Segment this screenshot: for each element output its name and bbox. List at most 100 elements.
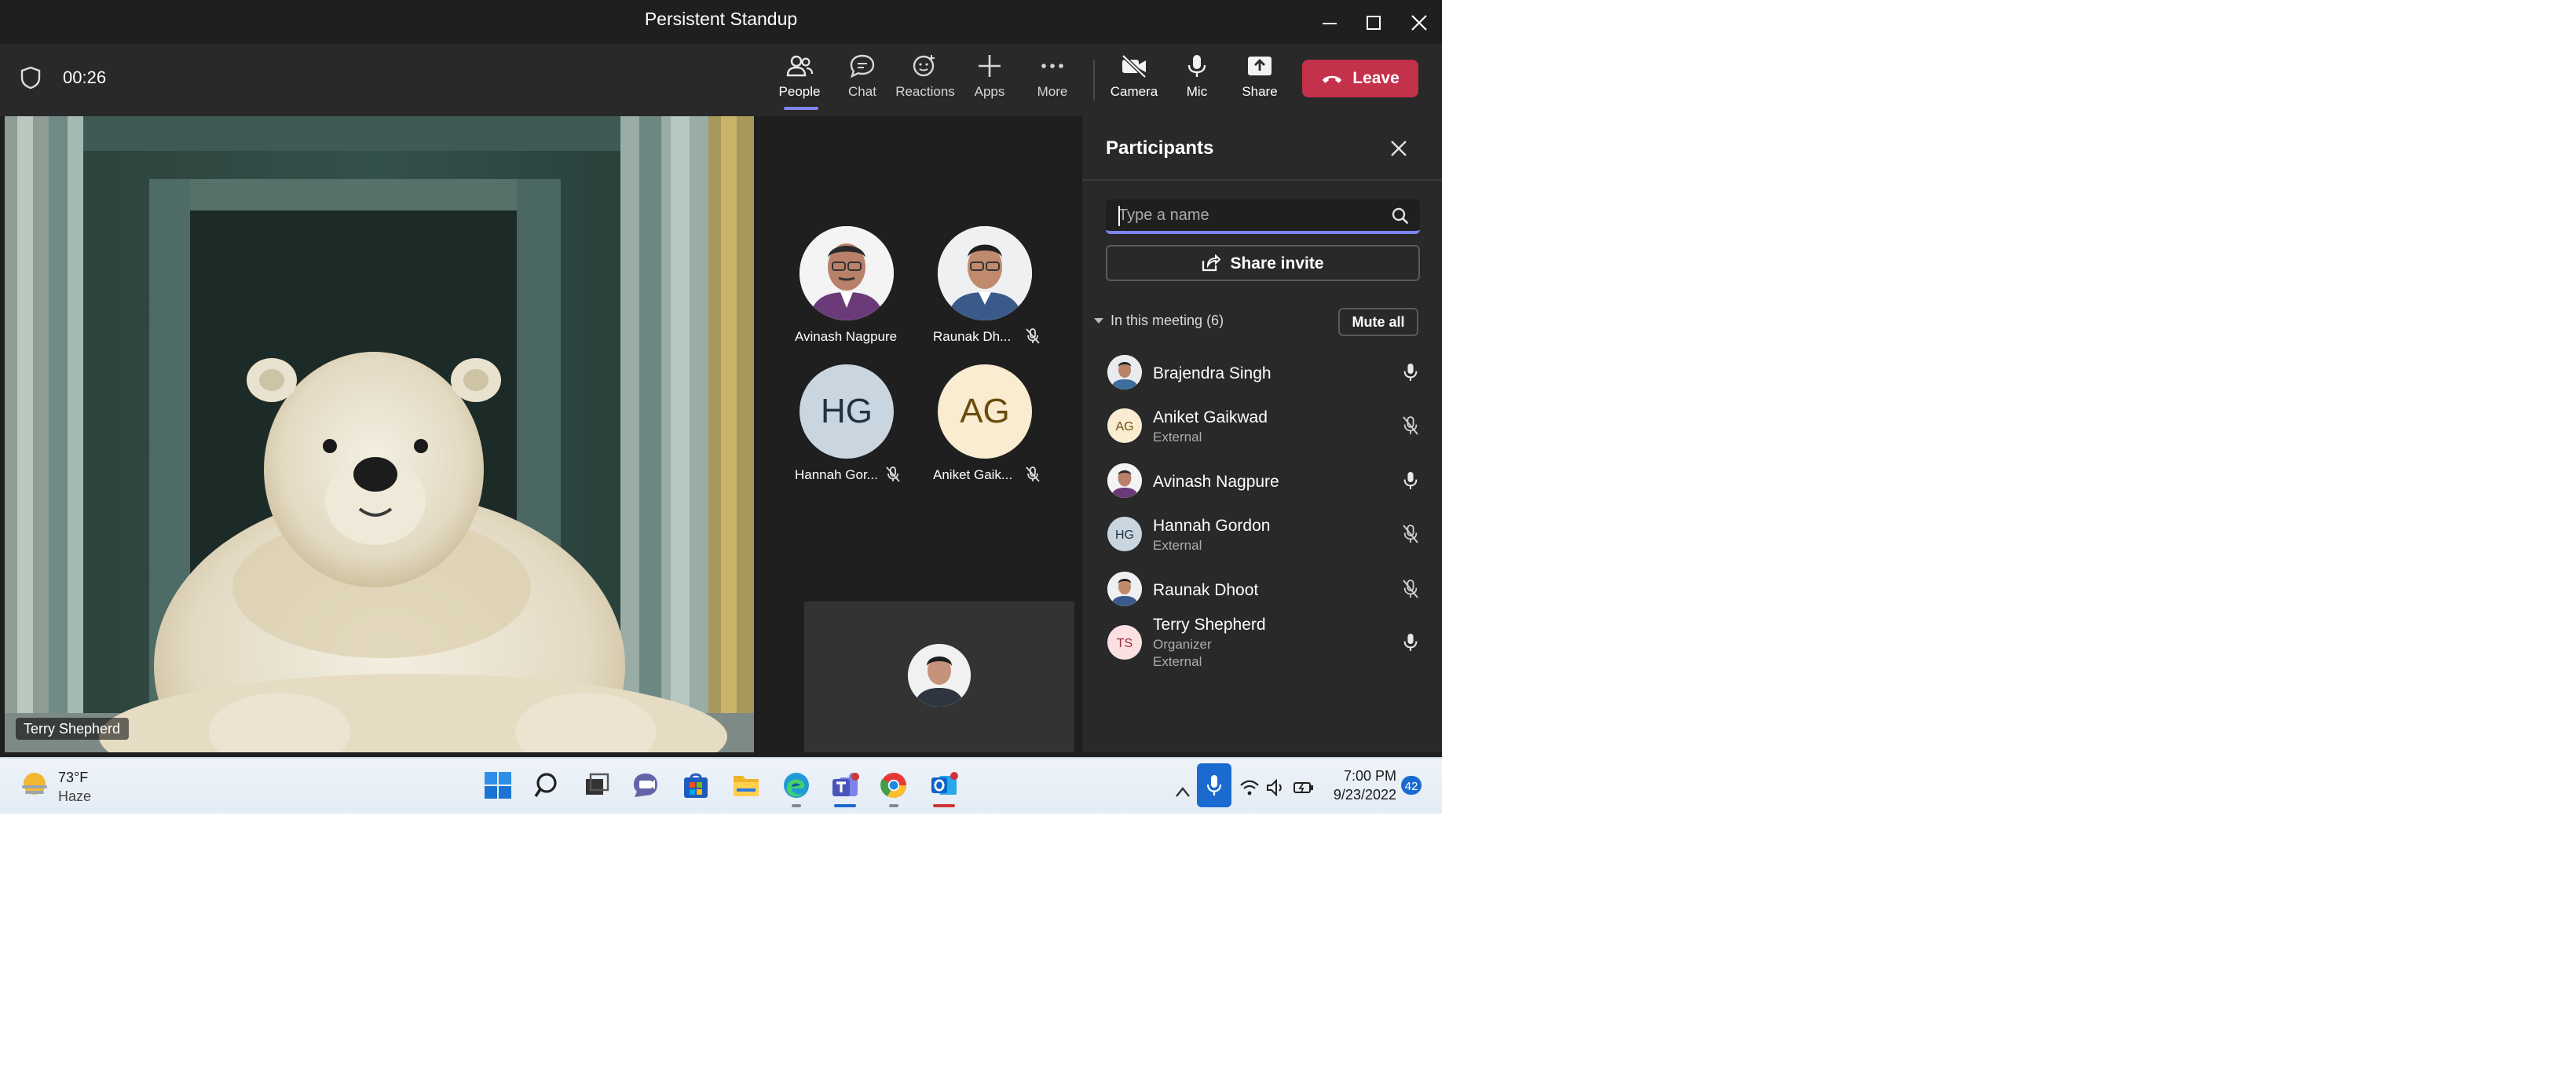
camera-button[interactable]: Camera [1100,53,1169,110]
reactions-icon [913,55,935,77]
person-photo-icon [1107,355,1142,390]
participant-tile-name: Hannah Gor... [795,466,878,482]
edge-running-indicator [792,804,801,807]
participant-tile-name: Raunak Dh... [933,328,1012,344]
participant-tile-name: Avinash Nagpure [795,328,898,344]
mute-all-button[interactable]: Mute all [1338,308,1418,336]
more-button[interactable]: More [1018,53,1087,110]
clock-date[interactable]: 9/23/2022 [1321,787,1396,803]
text-caret [1118,206,1120,226]
start-icon[interactable] [481,768,515,803]
minimize-icon[interactable] [1308,3,1349,41]
participant-avatar: TS [1107,625,1142,660]
in-meeting-section-header[interactable]: In this meeting (6) [1093,313,1224,328]
participant-search-box[interactable] [1106,199,1420,234]
more-icon [1041,64,1063,68]
chat-button[interactable]: Chat [828,53,897,110]
mic-off-icon[interactable] [1403,416,1418,435]
participant-tile-avatar[interactable] [800,226,894,320]
volume-icon[interactable] [1266,776,1286,804]
chrome-running-indicator [889,804,898,807]
camera-label: Camera [1110,83,1158,99]
participant-row[interactable]: TS Terry Shepherd Organizer External [1082,616,1442,682]
mic-button[interactable]: Mic [1162,53,1231,110]
share-label: Share [1242,83,1278,99]
participants-panel: Participants Share invite In this meetin… [1081,116,1442,752]
mic-icon[interactable] [1403,633,1418,652]
participant-row[interactable]: HG Hannah Gordon External [1082,517,1442,554]
participant-gallery: Avinash Nagpure Raunak Dh... HG Hannah G… [754,116,1081,752]
share-invite-button[interactable]: Share invite [1106,245,1420,281]
teams-meeting-window: Persistent Standup 00:26 People Chat Rea… [0,0,1442,757]
participant-name: Raunak Dhoot [1153,581,1259,600]
participant-name: Aniket Gaikwad [1153,408,1268,427]
participant-role: Organizer [1153,636,1212,652]
panel-title: Participants [1106,137,1214,159]
notification-badge[interactable]: 42 [1401,776,1422,795]
participant-avatar [1107,463,1142,498]
self-avatar [908,644,971,707]
edge-icon[interactable] [779,768,814,803]
share-button[interactable]: Share [1225,53,1294,110]
weather-widget[interactable] [19,771,50,807]
mute-all-label: Mute all [1352,314,1405,330]
search-icon[interactable] [1392,207,1409,225]
participant-tile-avatar[interactable]: HG [800,364,894,459]
mic-off-icon [1026,466,1040,482]
shield-icon[interactable] [20,66,41,97]
participant-tile-name: Aniket Gaik... [933,466,1013,482]
chrome-icon[interactable] [876,768,911,803]
participant-tile-avatar[interactable]: AG [938,364,1032,459]
haze-weather-icon [22,773,47,795]
clock-time[interactable]: 7:00 PM [1324,768,1396,784]
share-tray-icon [1248,57,1272,75]
participant-name: Terry Shepherd [1153,616,1266,635]
participant-row[interactable]: Raunak Dhoot [1082,572,1442,609]
mic-off-icon[interactable] [1403,580,1418,598]
participant-row[interactable]: Brajendra Singh [1082,355,1442,393]
participant-search-input[interactable] [1118,204,1370,228]
search-icon[interactable] [531,768,565,803]
task-view-icon[interactable] [580,768,614,803]
people-button[interactable]: People [765,53,834,110]
participant-role: External [1153,537,1202,553]
participant-row[interactable]: Avinash Nagpure [1082,463,1442,501]
participant-avatar [1107,572,1142,606]
participant-row[interactable]: AG Aniket Gaikwad External [1082,408,1442,446]
person-photo-icon [938,226,1032,320]
leave-button[interactable]: Leave [1302,60,1418,97]
battery-icon[interactable] [1293,776,1315,804]
teams-icon[interactable] [828,768,862,803]
section-label: In this meeting (6) [1111,313,1224,328]
apps-button[interactable]: Apps [955,53,1024,110]
outlook-icon[interactable] [927,768,961,803]
participant-name: Hannah Gordon [1153,517,1271,536]
file-explorer-icon[interactable] [729,768,763,803]
reactions-button[interactable]: Reactions [891,53,960,110]
store-icon[interactable] [679,768,713,803]
mic-label: Mic [1186,83,1208,99]
participant-name: Avinash Nagpure [1153,473,1279,492]
maximize-icon[interactable] [1352,3,1393,41]
chat-icon [850,54,875,79]
main-video-feed[interactable]: Terry Shepherd [5,116,754,752]
mic-icon[interactable] [1403,471,1418,490]
teams-chat-icon[interactable] [628,768,663,803]
chevron-down-icon [1094,317,1103,323]
participant-tile-avatar[interactable] [938,226,1032,320]
plus-icon [979,55,1001,77]
close-panel-icon[interactable] [1390,137,1407,165]
chevron-up-icon[interactable] [1175,777,1191,806]
mic-in-use-indicator[interactable] [1197,763,1231,807]
participant-avatar: HG [1107,517,1142,551]
person-photo-icon [908,644,971,707]
share-invite-label: Share invite [1230,254,1324,272]
mic-off-icon[interactable] [1403,525,1418,543]
participant-affiliation: External [1153,653,1202,669]
wifi-icon[interactable] [1239,776,1260,804]
mic-icon[interactable] [1403,363,1418,382]
close-icon[interactable] [1398,3,1439,41]
polar-bear-video-image [5,116,754,752]
toolbar-separator [1093,60,1095,101]
self-view-tile[interactable] [804,602,1074,752]
